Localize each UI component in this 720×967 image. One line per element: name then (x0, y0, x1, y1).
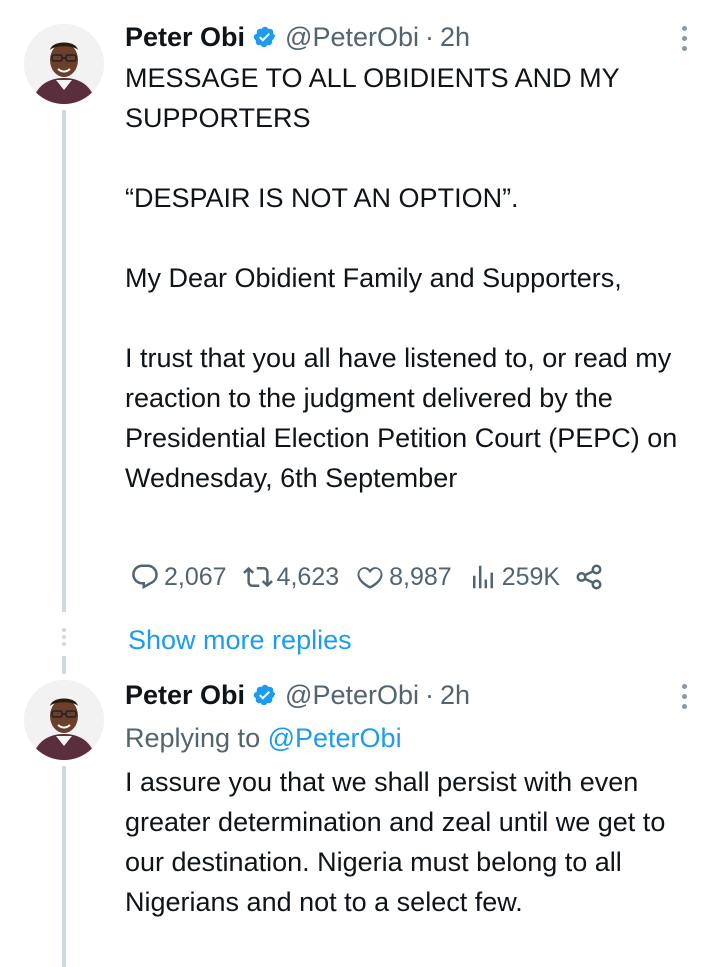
thread-line (62, 110, 66, 612)
thread-ellipsis-icon (61, 628, 67, 650)
thread-line (62, 656, 66, 674)
retweet-button[interactable]: 4,623 (241, 562, 340, 592)
verified-badge-icon (253, 25, 277, 49)
reply-count: 2,067 (164, 562, 227, 591)
timestamp[interactable]: 2h (440, 680, 470, 711)
author-name[interactable]: Peter Obi (125, 22, 245, 53)
tweet-actions: 2,067 4,623 8,987 259K (128, 560, 620, 594)
reply-button[interactable]: 2,067 (128, 562, 227, 592)
author-name[interactable]: Peter Obi (125, 680, 245, 711)
tweet-text-line: MESSAGE TO ALL OBIDIENTS AND MY SUPPORTE… (125, 63, 620, 133)
views-button[interactable]: 259K (466, 562, 560, 592)
retweet-count: 4,623 (276, 562, 340, 591)
replying-to-handle-link[interactable]: @PeterObi (268, 723, 402, 753)
avatar[interactable] (24, 680, 104, 760)
thread-line (62, 766, 66, 967)
more-options-icon[interactable] (680, 26, 690, 56)
tweet-text-line: My Dear Obidient Family and Supporters, (125, 263, 622, 293)
timestamp[interactable]: 2h (440, 22, 470, 53)
tweet-header: Peter Obi @PeterObi · 2h (125, 679, 470, 711)
like-icon (357, 567, 383, 589)
author-handle[interactable]: @PeterObi (285, 22, 419, 53)
replying-to: Replying to @PeterObi (125, 718, 402, 758)
reply-icon (132, 564, 158, 590)
like-button[interactable]: 8,987 (353, 562, 452, 592)
share-button[interactable] (574, 562, 606, 592)
tweet-text: MESSAGE TO ALL OBIDIENTS AND MY SUPPORTE… (125, 58, 705, 498)
views-icon (472, 565, 493, 589)
show-more-replies-link[interactable]: Show more replies (128, 623, 352, 657)
tweet-main[interactable]: Peter Obi @PeterObi · 2h MESSAGE TO ALL … (0, 0, 720, 612)
separator-dot: · (425, 21, 435, 52)
replying-to-label: Replying to (125, 723, 261, 753)
tweet-text-line: “DESPAIR IS NOT AN OPTION”. (125, 183, 519, 213)
like-count: 8,987 (389, 562, 452, 591)
separator-dot: · (425, 679, 435, 710)
views-count: 259K (501, 562, 561, 591)
retweet-icon (242, 566, 273, 588)
avatar[interactable] (24, 24, 104, 104)
tweet-header: Peter Obi @PeterObi · 2h (125, 21, 470, 53)
share-icon (576, 564, 602, 590)
tweet-text-line: I trust that you all have listened to, o… (125, 343, 678, 493)
more-options-icon[interactable] (680, 684, 690, 714)
reply-text: I assure you that we shall persist with … (125, 767, 666, 917)
author-handle[interactable]: @PeterObi (285, 680, 419, 711)
verified-badge-icon (253, 683, 277, 707)
